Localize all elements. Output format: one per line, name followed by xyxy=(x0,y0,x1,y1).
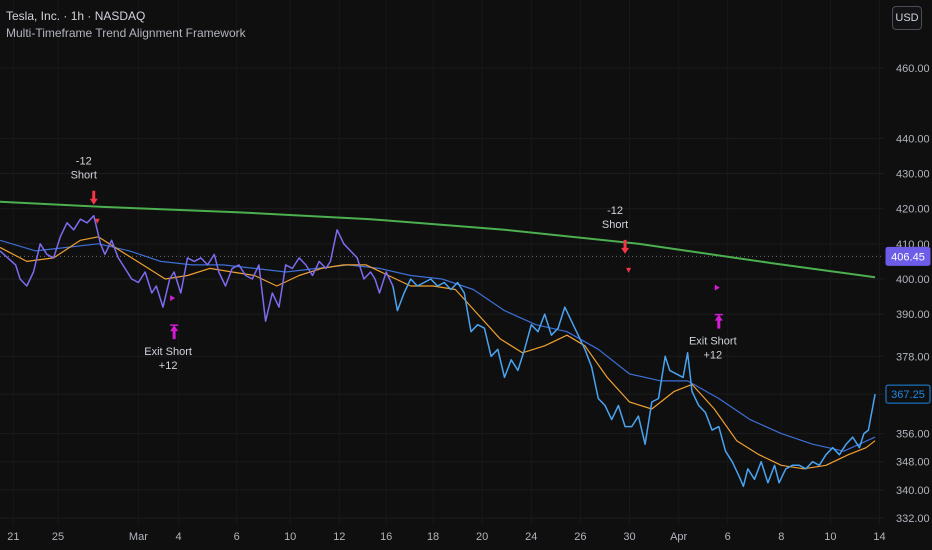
price-tick-label: 378.00 xyxy=(896,351,930,363)
price-purple-line xyxy=(0,214,394,322)
time-tick-label: 30 xyxy=(623,531,635,543)
indicator-title[interactable]: Multi-Timeframe Trend Alignment Framewor… xyxy=(6,24,246,42)
signal-marker-icon xyxy=(170,295,176,302)
time-tick-label: 6 xyxy=(234,531,240,543)
signal-marker-icon xyxy=(626,267,632,273)
exit-label: Exit Short xyxy=(689,336,737,348)
exit-label: +12 xyxy=(703,350,722,362)
short-label: -12 xyxy=(76,156,92,168)
time-tick-label: Mar xyxy=(129,531,148,543)
time-tick-label: 25 xyxy=(52,531,64,543)
price-tick-label: 430.00 xyxy=(896,169,930,181)
time-tick-label: 16 xyxy=(380,531,392,543)
time-tick-label: 6 xyxy=(725,531,731,543)
price-tick-label: 460.00 xyxy=(896,63,930,75)
price-tick-label: 340.00 xyxy=(896,485,930,497)
time-tick-label: 26 xyxy=(574,531,586,543)
grid xyxy=(0,0,884,525)
price-axis[interactable]: 332.00 340.00 348.00 356.00 378.00 390.00 400.… xyxy=(896,63,930,525)
time-tick-label: 12 xyxy=(333,531,345,543)
time-tick-label: 4 xyxy=(176,531,182,543)
short-label: -12 xyxy=(607,205,623,217)
price-tick-label: 440.00 xyxy=(896,133,930,145)
time-tick-label: 21 xyxy=(7,531,19,543)
time-tick-label: Apr xyxy=(670,531,687,543)
price-tick-label: 390.00 xyxy=(896,309,930,321)
exit-2-annotation: Exit Short +12 xyxy=(689,284,737,362)
short-1-annotation: -12 Short xyxy=(71,156,100,224)
ema-slow-line xyxy=(0,239,876,452)
price-tick-label: 348.00 xyxy=(896,457,930,469)
time-tick-label: 8 xyxy=(778,531,784,543)
price-tick-label: 420.00 xyxy=(896,204,930,216)
time-tick-label: 18 xyxy=(427,531,439,543)
price-tick-label: 400.00 xyxy=(896,274,930,286)
exit-label: +12 xyxy=(159,360,178,372)
time-axis[interactable]: 21 25 Mar 4 6 10 12 16 18 20 24 26 30 Apr 6 8 10 14 xyxy=(7,531,885,543)
signal-marker-icon xyxy=(714,284,720,291)
exit-arrow-icon xyxy=(714,314,723,329)
time-tick-label: 24 xyxy=(525,531,537,543)
chart-header: Tesla, Inc. · 1h · NASDAQ Multi-Timefram… xyxy=(6,8,246,42)
short-label: Short xyxy=(71,170,97,182)
short-2-annotation: -12 Short xyxy=(602,205,632,273)
long-ma-line xyxy=(0,200,876,279)
exit-label: Exit Short xyxy=(144,346,192,358)
time-tick-label: 14 xyxy=(873,531,885,543)
price-blue-line xyxy=(392,278,876,488)
prev-price-tag: 406.45 xyxy=(891,251,925,263)
currency-button[interactable]: USD xyxy=(892,6,922,30)
time-tick-label: 20 xyxy=(476,531,488,543)
short-label: Short xyxy=(602,219,628,231)
price-chart[interactable]: 332.00 340.00 348.00 356.00 378.00 390.00 400.… xyxy=(0,0,932,550)
short-arrow-icon xyxy=(89,190,98,205)
symbol-title[interactable]: Tesla, Inc. · 1h · NASDAQ xyxy=(6,8,246,24)
price-tags: 406.45 367.25 xyxy=(885,246,931,404)
exit-arrow-icon xyxy=(170,325,179,340)
exit-1-annotation: Exit Short +12 xyxy=(144,295,192,372)
time-tick-label: 10 xyxy=(284,531,296,543)
trade-annotations: -12 Short Exit Short +12 -12 Short Exit Short +… xyxy=(71,156,737,372)
last-price-tag: 367.25 xyxy=(891,389,925,401)
time-tick-label: 10 xyxy=(824,531,836,543)
price-tick-label: 356.00 xyxy=(896,429,930,441)
price-tick-label: 332.00 xyxy=(896,513,930,525)
series-lines xyxy=(0,200,876,488)
